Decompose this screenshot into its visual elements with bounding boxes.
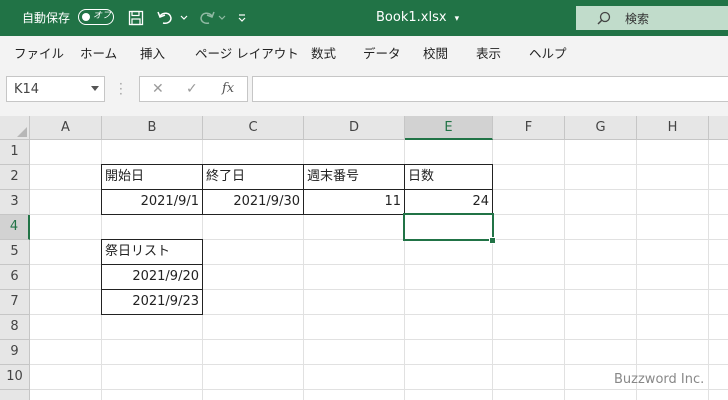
title-dropdown-icon[interactable]: ▾ (455, 14, 460, 24)
row-header-1[interactable]: 1 (0, 140, 30, 165)
select-all-triangle-icon (17, 127, 27, 137)
undo-dropdown-icon[interactable] (174, 8, 194, 28)
menu-view[interactable]: 表示 (476, 43, 501, 62)
cell-c3[interactable]: 2021/9/30 (202, 189, 304, 215)
gridline (564, 140, 565, 400)
customize-toolbar-icon[interactable] (232, 8, 252, 28)
fill-handle[interactable] (489, 237, 496, 244)
cell-e3[interactable]: 24 (404, 189, 493, 215)
column-header-g[interactable]: G (565, 116, 637, 140)
search-icon (597, 11, 611, 25)
cell-b2[interactable]: 開始日 (101, 164, 203, 190)
menu-file[interactable]: ファイル (14, 43, 64, 62)
row-header-7[interactable]: 7 (0, 290, 30, 315)
gridline (30, 389, 728, 390)
drag-handle-icon[interactable]: · · · (119, 78, 123, 100)
autosave-toggle[interactable]: オフ (78, 9, 114, 25)
cancel-icon[interactable]: ✕ (152, 81, 164, 97)
column-header-b[interactable]: B (102, 116, 203, 140)
menu-bar: ファイル ホーム 挿入 ページ レイアウト 数式 データ 校閲 表示 ヘルプ (0, 36, 728, 66)
menu-help[interactable]: ヘルプ (529, 43, 567, 62)
cell-d2[interactable]: 週末番号 (303, 164, 405, 190)
cell-d3[interactable]: 11 (303, 189, 405, 215)
row-header-3[interactable]: 3 (0, 190, 30, 215)
cell-b6[interactable]: 2021/9/20 (101, 264, 203, 290)
cell-b7[interactable]: 2021/9/23 (101, 289, 203, 315)
toggle-knob (82, 12, 90, 21)
row-header-2[interactable]: 2 (0, 165, 30, 190)
row-header-10[interactable]: 10 (0, 365, 30, 390)
row-header-5[interactable]: 5 (0, 240, 30, 265)
enter-icon[interactable]: ✓ (186, 81, 198, 97)
column-header-a[interactable]: A (30, 116, 102, 140)
redo-dropdown-icon[interactable] (212, 8, 232, 28)
cell-c2[interactable]: 終了日 (202, 164, 304, 190)
name-box-value: K14 (14, 82, 40, 97)
undo-icon[interactable] (156, 8, 176, 28)
menu-insert[interactable]: 挿入 (140, 43, 165, 62)
name-box-dropdown-icon[interactable] (91, 86, 99, 91)
cell-b3[interactable]: 2021/9/1 (101, 189, 203, 215)
column-header-f[interactable]: F (493, 116, 565, 140)
menu-page-layout[interactable]: ページ レイアウト (195, 43, 299, 62)
column-header-partial[interactable] (709, 116, 728, 140)
column-header-c[interactable]: C (203, 116, 304, 140)
column-header-e[interactable]: E (405, 116, 493, 140)
menu-formulas[interactable]: 数式 (311, 43, 336, 62)
insert-function-icon[interactable]: fx (222, 81, 234, 96)
menu-review[interactable]: 校閲 (423, 43, 448, 62)
watermark: Buzzword Inc. (614, 372, 705, 387)
gridline (636, 140, 637, 400)
active-cell-e4[interactable] (403, 213, 494, 241)
autosave-state: オフ (93, 11, 112, 21)
cell-b5[interactable]: 祭日リスト (101, 239, 203, 265)
gridline (30, 364, 728, 365)
formula-buttons: ✕ ✓ fx (139, 76, 248, 102)
column-header-h[interactable]: H (637, 116, 709, 140)
row-header-4[interactable]: 4 (0, 215, 30, 240)
cell-e2[interactable]: 日数 (404, 164, 493, 190)
window-title-text: Book1.xlsx (376, 10, 447, 25)
worksheet-grid: A B C D E F G H 1 2 3 4 5 6 7 8 9 10 開始日… (0, 116, 728, 400)
row-header-8[interactable]: 8 (0, 315, 30, 340)
save-icon[interactable] (126, 8, 146, 28)
menu-data[interactable]: データ (363, 43, 401, 62)
window-title: Book1.xlsx ▾ (376, 10, 459, 25)
formula-bar-area: K14 · · · ✕ ✓ fx (0, 66, 728, 116)
row-header-partial[interactable] (0, 390, 30, 400)
row-header-9[interactable]: 9 (0, 340, 30, 365)
column-header-d[interactable]: D (304, 116, 405, 140)
search-box[interactable]: 検索 (576, 6, 728, 30)
select-all-button[interactable] (0, 116, 30, 140)
row-header-6[interactable]: 6 (0, 265, 30, 290)
search-placeholder: 検索 (625, 12, 650, 26)
menu-home[interactable]: ホーム (80, 43, 117, 62)
name-box[interactable]: K14 (6, 76, 105, 102)
formula-input[interactable] (252, 76, 728, 102)
autosave-label: 自動保存 (22, 11, 71, 25)
title-bar: 自動保存 オフ Book1.xlsx ▾ 検索 (0, 0, 728, 36)
gridline (30, 339, 728, 340)
gridline (708, 140, 709, 400)
